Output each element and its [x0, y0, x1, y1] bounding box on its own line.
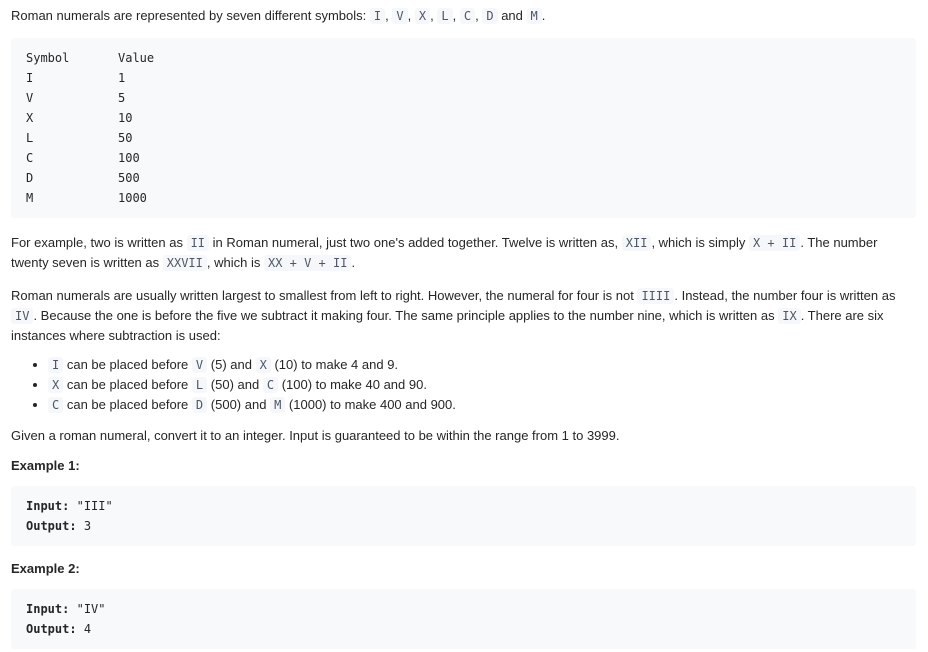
inline-code: II: [186, 235, 210, 251]
table-row: M 1000: [26, 188, 901, 208]
table-row: C 100: [26, 148, 901, 168]
table-value: 100: [118, 151, 140, 165]
table-value: 5: [118, 91, 126, 105]
subtraction-rules-list: I can be placed before V (5) and X (10) …: [11, 355, 916, 415]
inline-code: IIII: [637, 288, 675, 304]
symbol-header: Symbol: [26, 51, 70, 65]
example-paragraph: For example, two is written as II in Rom…: [11, 235, 878, 271]
example-input: "III": [76, 499, 113, 513]
table-value: 50: [118, 131, 133, 145]
symbol-code: C: [459, 8, 476, 24]
rules-paragraph: Roman numerals are usually written large…: [11, 288, 896, 343]
table-value: 10: [118, 111, 133, 125]
example-1-block: Input: "III" Output: 3: [11, 486, 916, 546]
table-row: V5: [26, 88, 901, 108]
table-row: I1: [26, 68, 901, 88]
symbol-code: M: [526, 8, 542, 24]
table-value: 500: [118, 171, 140, 185]
input-label: Input:: [26, 499, 70, 513]
symbol-code: D: [482, 8, 498, 24]
table-row: D 500: [26, 168, 901, 188]
input-label: Input:: [26, 602, 70, 616]
symbol-code: V: [392, 8, 408, 24]
symbol-value-table: Symbol Value I 1 V 5 X 10 L 50 C 100 D 500 M 1000: [11, 38, 916, 218]
example-output: 4: [83, 622, 92, 636]
output-label: Output:: [26, 519, 77, 533]
table-value: 1: [118, 71, 126, 85]
table-row: L 50: [26, 128, 901, 148]
problem-description: Roman numerals are represented by seven …: [0, 0, 928, 649]
table-symbol: D: [26, 171, 34, 185]
table-value: 1000: [118, 191, 147, 205]
example-1-title: Example 1:: [11, 458, 80, 473]
inline-code: IV: [11, 308, 34, 324]
symbol-code: L: [437, 8, 453, 24]
inline-code: XXVII: [162, 255, 207, 271]
example-output: 3: [83, 519, 92, 533]
example-2-title: Example 2:: [11, 561, 80, 576]
list-item: C can be placed before D (500) and M (10…: [48, 395, 916, 415]
inline-code: X + II: [748, 235, 801, 251]
table-row: X 10: [26, 108, 901, 128]
table-symbol: X: [26, 111, 34, 125]
table-symbol: C: [26, 151, 34, 165]
inline-code: IX: [778, 308, 801, 324]
list-item: I can be placed before V (5) and X (10) …: [48, 355, 916, 375]
example-2-block: Input: "IV" Output: 4: [11, 589, 916, 649]
output-label: Output:: [26, 622, 77, 636]
intro-text: Roman numerals are represented by seven …: [11, 8, 367, 23]
symbol-code: I: [369, 8, 386, 24]
example-input: "IV": [76, 602, 106, 616]
value-header: Value: [118, 51, 155, 65]
table-header-row: Symbol Value: [26, 48, 901, 68]
table-symbol: L: [26, 131, 34, 145]
table-symbol: M: [26, 191, 34, 205]
inline-code: XX + V + II: [263, 255, 352, 271]
table-symbol: V: [26, 91, 34, 105]
intro-paragraph: Roman numerals are represented by seven …: [11, 8, 546, 24]
symbol-code: X: [414, 8, 431, 24]
inline-code: XII: [621, 235, 652, 251]
table-symbol: I: [26, 71, 34, 85]
list-item: X can be placed before L (50) and C (100…: [48, 375, 916, 395]
task-paragraph: Given a roman numeral, convert it to an …: [11, 428, 620, 443]
